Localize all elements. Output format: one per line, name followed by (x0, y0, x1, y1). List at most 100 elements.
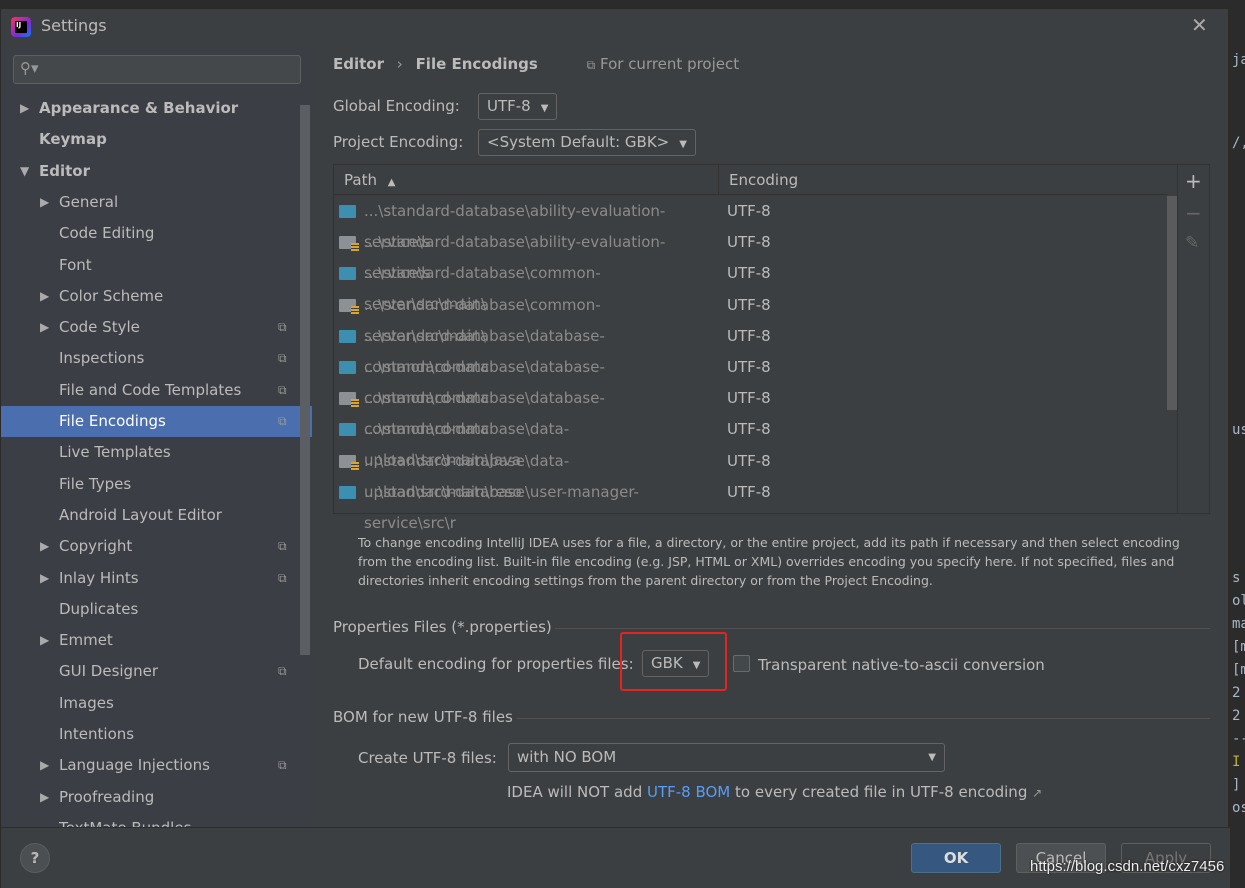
sidebar-item-file-encodings[interactable]: File Encodings ⧉ (1, 406, 312, 437)
settings-dialog: IJ Settings ✕ ⚲▾ ▶ Appearance & Behavior K… (0, 8, 1230, 888)
project-encoding-select[interactable]: <System Default: GBK> ▼ (478, 129, 696, 156)
background-editor: /, (1232, 135, 1245, 151)
sidebar-item-code-style[interactable]: ▶ Code Style ⧉ (1, 312, 312, 343)
encoding-cell[interactable]: UTF-8 (727, 383, 771, 414)
table-row[interactable]: ...\standard-database\ability-evaluation… (334, 196, 1164, 251)
column-header-encoding[interactable]: Encoding (729, 171, 798, 189)
encoding-cell[interactable]: UTF-8 (727, 477, 771, 508)
collapsed-arrow-icon[interactable]: ▶ (40, 750, 49, 781)
sidebar-item-language-injections[interactable]: ▶ Language Injections ⧉ (1, 750, 312, 781)
transparent-conversion-label[interactable]: Transparent native-to-ascii conversion (758, 656, 1045, 674)
project-scope-icon: ⧉ (278, 539, 287, 554)
sidebar-item-images[interactable]: Images (1, 688, 312, 719)
sidebar-item-proofreading[interactable]: ▶ Proofreading (1, 782, 312, 813)
source-folder-icon (339, 205, 356, 218)
search-input[interactable]: ⚲▾ (13, 55, 301, 84)
sidebar-item-label: File and Code Templates (59, 380, 242, 399)
project-scope-icon: ⧉ (586, 58, 596, 72)
sidebar-item-file-types[interactable]: File Types (1, 469, 312, 500)
sidebar-item-copyright[interactable]: ▶ Copyright ⧉ (1, 531, 312, 562)
table-row[interactable]: ...\standard-database\database-common\co… (334, 352, 1164, 407)
sidebar-item-keymap[interactable]: Keymap (1, 124, 312, 155)
properties-encoding-label: Default encoding for properties files: (358, 655, 634, 673)
project-scope-icon: ⧉ (278, 758, 287, 773)
sidebar-item-general[interactable]: ▶ General (1, 187, 312, 218)
ok-button[interactable]: OK (911, 843, 1001, 873)
sidebar-item-intentions[interactable]: Intentions (1, 719, 312, 750)
encoding-cell[interactable]: UTF-8 (727, 196, 771, 227)
sidebar-item-gui-designer[interactable]: GUI Designer ⧉ (1, 656, 312, 687)
chevron-down-icon: ▼ (679, 139, 687, 150)
help-button[interactable]: ? (20, 843, 50, 873)
sidebar-item-label: GUI Designer (59, 662, 158, 681)
sidebar-item-emmet[interactable]: ▶ Emmet (1, 625, 312, 656)
bom-note: IDEA will NOT add UTF-8 BOM to every cre… (507, 783, 1043, 801)
sidebar-item-textmate-bundles[interactable]: TextMate Bundles (1, 813, 312, 827)
sidebar-item-code-editing[interactable]: Code Editing (1, 218, 312, 249)
transparent-conversion-checkbox[interactable] (733, 655, 750, 672)
project-encoding-value: <System Default: GBK> (487, 133, 670, 151)
sidebar-item-file-and-code-templates[interactable]: File and Code Templates ⧉ (1, 375, 312, 406)
encoding-cell[interactable]: UTF-8 (727, 352, 771, 383)
project-scope-icon: ⧉ (278, 351, 287, 366)
sidebar-item-label: Inspections (59, 349, 145, 368)
resource-folder-icon (339, 392, 359, 408)
sort-ascending-icon: ▲ (387, 177, 396, 188)
sidebar-item-inlay-hints[interactable]: ▶ Inlay Hints ⧉ (1, 563, 312, 594)
bom-value: with NO BOM (517, 748, 617, 766)
sidebar-item-duplicates[interactable]: Duplicates (1, 594, 312, 625)
sidebar-item-color-scheme[interactable]: ▶ Color Scheme (1, 281, 312, 312)
settings-sidebar: ⚲▾ ▶ Appearance & Behavior Keymap ▼ Editor ▶ G… (1, 47, 312, 827)
close-icon[interactable]: ✕ (1191, 13, 1208, 37)
collapsed-arrow-icon[interactable]: ▶ (40, 625, 49, 656)
encoding-cell[interactable]: UTF-8 (727, 446, 771, 477)
sidebar-item-label: Appearance & Behavior (39, 99, 239, 117)
table-row[interactable]: ...\standard-database\database-common\co… (334, 321, 1164, 376)
table-row[interactable]: ...\standard-database\database-common\co… (334, 383, 1164, 438)
table-row[interactable]: ...\standard-database\user-manager-servi… (334, 477, 1164, 532)
breadcrumb-separator: › (396, 55, 403, 73)
sidebar-item-label: Keymap (39, 130, 107, 149)
table-row[interactable]: ...\standard-database\data-upload\src\ma… (334, 446, 1164, 501)
table-scrollbar[interactable] (1167, 196, 1177, 410)
remove-icon[interactable]: − (1185, 201, 1202, 225)
table-row[interactable]: ...\standard-database\data-upload\src\ma… (334, 414, 1164, 469)
table-row[interactable]: ...\standard-database\common-server\src\… (334, 290, 1164, 345)
expanded-arrow-icon[interactable]: ▼ (20, 156, 29, 187)
sidebar-item-inspections[interactable]: Inspections ⧉ (1, 343, 312, 374)
collapsed-arrow-icon[interactable]: ▶ (40, 531, 49, 562)
collapsed-arrow-icon[interactable]: ▶ (20, 93, 29, 124)
encoding-cell[interactable]: UTF-8 (727, 321, 771, 352)
table-row[interactable]: ...\standard-database\common-server\src\… (334, 258, 1164, 313)
sidebar-item-font[interactable]: Font (1, 250, 312, 281)
collapsed-arrow-icon[interactable]: ▶ (40, 281, 49, 312)
collapsed-arrow-icon[interactable]: ▶ (40, 187, 49, 218)
breadcrumb: Editor › File Encodings ⧉ For current pr… (333, 55, 739, 73)
edit-icon[interactable]: ✎ (1185, 233, 1199, 253)
scope-label: For current project (599, 55, 740, 73)
background-editor: solma[m[m 2 2--I]os (1232, 570, 1245, 816)
column-divider[interactable] (718, 165, 719, 195)
sidebar-item-label: Proofreading (59, 787, 155, 806)
sidebar-item-android-layout-editor[interactable]: Android Layout Editor (1, 500, 312, 531)
table-row[interactable]: ...\standard-database\ability-evaluation… (334, 227, 1164, 282)
sidebar-scrollbar[interactable] (300, 105, 310, 655)
bom-select[interactable]: with NO BOM ▼ (508, 743, 945, 772)
intellij-logo-icon: IJ (11, 17, 31, 37)
encoding-cell[interactable]: UTF-8 (727, 414, 771, 445)
global-encoding-select[interactable]: UTF-8 ▼ (478, 93, 558, 120)
collapsed-arrow-icon[interactable]: ▶ (40, 312, 49, 343)
encoding-cell[interactable]: UTF-8 (727, 290, 771, 321)
sidebar-item-editor[interactable]: ▼ Editor (1, 156, 312, 187)
sidebar-item-appearance-behavior[interactable]: ▶ Appearance & Behavior (1, 93, 312, 124)
add-icon[interactable]: + (1185, 169, 1202, 193)
encoding-cell[interactable]: UTF-8 (727, 227, 771, 258)
collapsed-arrow-icon[interactable]: ▶ (40, 563, 49, 594)
encoding-cell[interactable]: UTF-8 (727, 258, 771, 289)
utf8-bom-link[interactable]: UTF-8 BOM (647, 783, 730, 801)
sidebar-item-live-templates[interactable]: Live Templates (1, 437, 312, 468)
column-header-path[interactable]: Path ▲ (344, 171, 395, 189)
watermark: https://blog.csdn.net/cxz7456 (1030, 858, 1225, 875)
collapsed-arrow-icon[interactable]: ▶ (40, 782, 49, 813)
breadcrumb-parent[interactable]: Editor (333, 55, 384, 73)
